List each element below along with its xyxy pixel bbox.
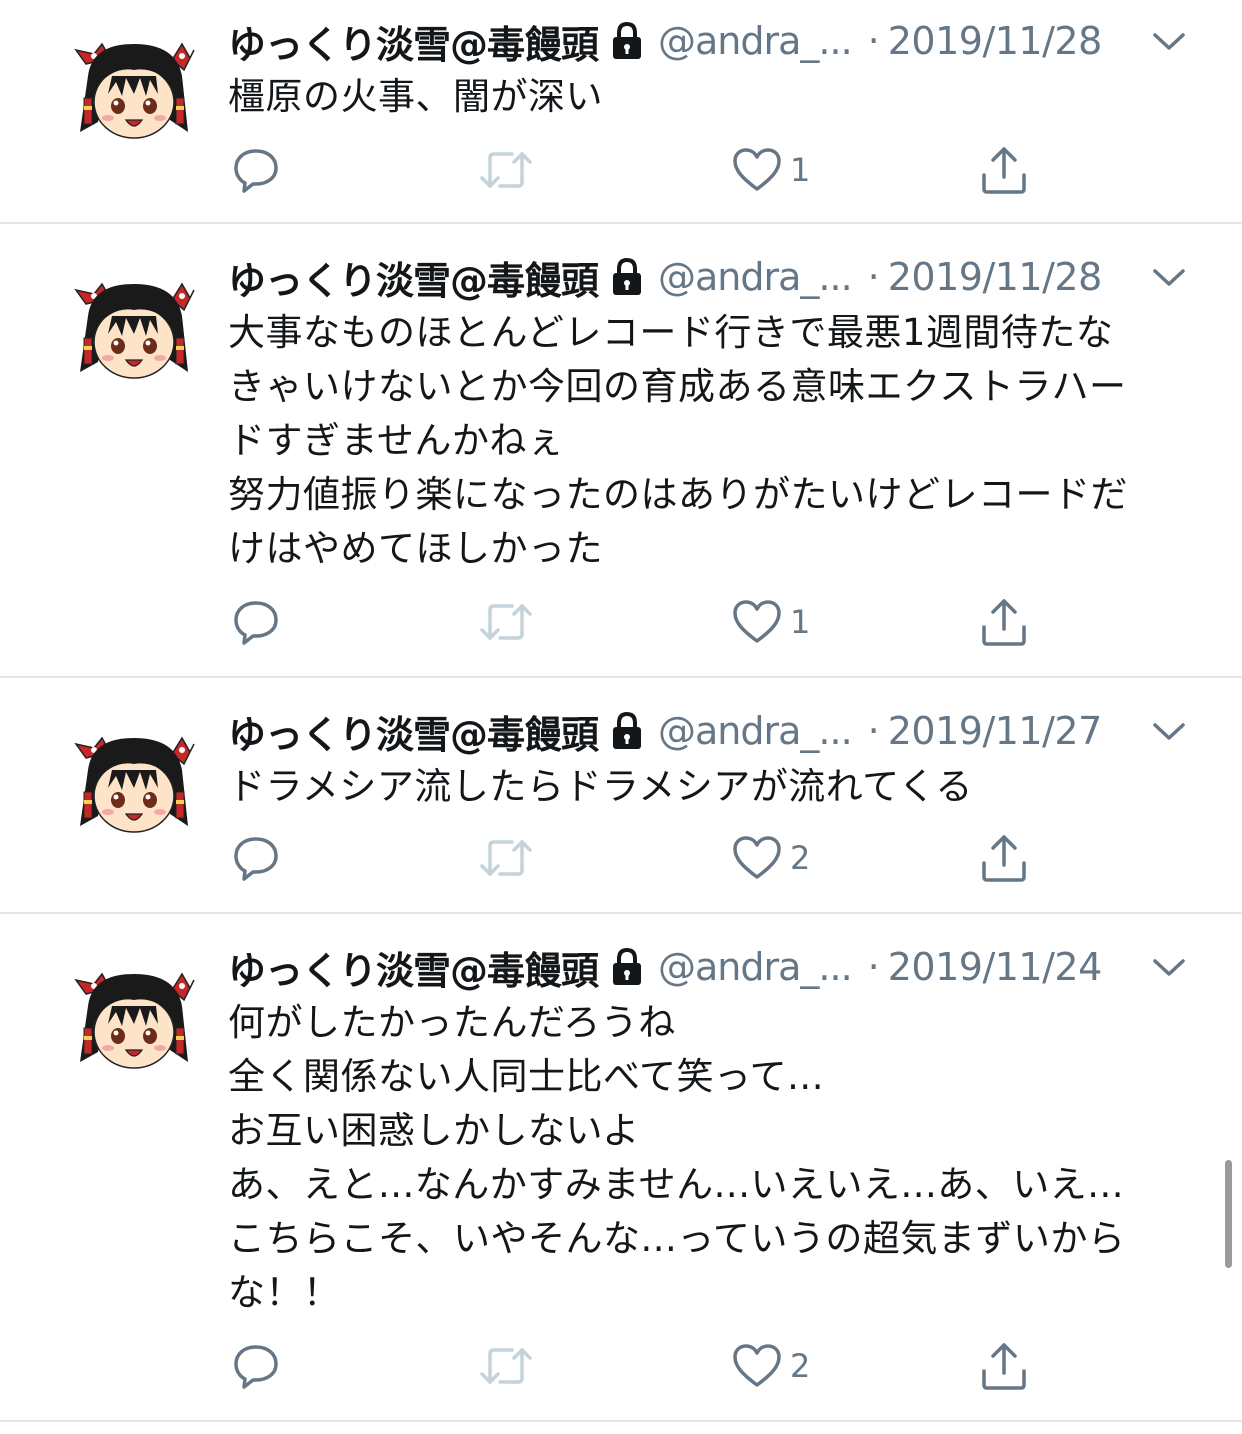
separator-dot: · xyxy=(867,255,880,299)
tweet-date[interactable]: 2019/11/28 xyxy=(888,255,1103,299)
tweet-text: 橿原の火事、闇が深い xyxy=(228,75,603,118)
retweet-icon xyxy=(478,834,534,882)
like-count: 1 xyxy=(790,151,811,189)
lock-icon xyxy=(610,947,644,987)
share-icon xyxy=(980,1341,1028,1391)
tweet-actions: 1 xyxy=(228,592,1048,652)
display-name[interactable]: ゆっくり淡雪@毒饅頭 xyxy=(228,250,599,305)
share-icon xyxy=(980,833,1028,883)
like-count: 2 xyxy=(790,1347,811,1385)
avatar[interactable] xyxy=(72,276,196,386)
tweet-header: ゆっくり淡雪@毒饅頭 @andra_... · 2019/11/24 xyxy=(228,940,1188,994)
heart-icon xyxy=(732,599,782,645)
display-name[interactable]: ゆっくり淡雪@毒饅頭 xyxy=(228,940,599,995)
tweet-date[interactable]: 2019/11/28 xyxy=(888,19,1103,63)
retweet-button[interactable] xyxy=(478,140,534,200)
like-count: 2 xyxy=(790,839,811,877)
tweet-header: ゆっくり淡雪@毒饅頭 @andra_... · 2019/11/27 xyxy=(228,704,1188,758)
tweet-text: 大事なものほとんどレコード行きで最悪1週間待たな きゃいけないとか今回の育成ある… xyxy=(228,311,1128,570)
separator-dot: · xyxy=(867,19,880,63)
separator-dot: · xyxy=(867,945,880,989)
tweet-header: ゆっくり淡雪@毒饅頭 @andra_... · 2019/11/28 xyxy=(228,250,1188,304)
chevron-down-icon[interactable] xyxy=(1152,720,1186,744)
retweet-icon xyxy=(478,146,534,194)
share-icon xyxy=(980,597,1028,647)
share-button[interactable] xyxy=(980,1336,1028,1396)
avatar[interactable] xyxy=(72,36,196,146)
tweet-text: ドラメシア流したらドラメシアが流れてくる xyxy=(228,765,973,808)
user-handle[interactable]: @andra_... xyxy=(658,255,853,299)
share-button[interactable] xyxy=(980,140,1028,200)
tweet[interactable]: ゆっくり淡雪@毒饅頭 @andra_... · 2019/11/28 橿原の火事… xyxy=(0,0,1242,224)
reply-button[interactable] xyxy=(232,828,280,888)
retweet-button[interactable] xyxy=(478,1336,534,1396)
reply-icon xyxy=(232,598,280,646)
like-button[interactable]: 1 xyxy=(732,140,810,200)
retweet-icon xyxy=(478,598,534,646)
reply-button[interactable] xyxy=(232,1336,280,1396)
lock-icon xyxy=(610,711,644,751)
like-button[interactable]: 2 xyxy=(732,828,810,888)
display-name[interactable]: ゆっくり淡雪@毒饅頭 xyxy=(228,704,599,759)
tweet-date[interactable]: 2019/11/27 xyxy=(888,709,1103,753)
chevron-down-icon[interactable] xyxy=(1152,956,1186,980)
reply-button[interactable] xyxy=(232,140,280,200)
retweet-button[interactable] xyxy=(478,828,534,888)
user-handle[interactable]: @andra_... xyxy=(658,709,853,753)
share-icon xyxy=(980,145,1028,195)
retweet-button[interactable] xyxy=(478,592,534,652)
reply-icon xyxy=(232,146,280,194)
chevron-down-icon[interactable] xyxy=(1152,266,1186,290)
tweet[interactable]: ゆっくり淡雪@毒饅頭 @andra_... · 2019/11/24 何がしたか… xyxy=(0,914,1242,1422)
user-handle[interactable]: @andra_... xyxy=(658,945,853,989)
like-button[interactable]: 2 xyxy=(732,1336,810,1396)
tweet-date[interactable]: 2019/11/24 xyxy=(888,945,1103,989)
tweet-actions: 1 xyxy=(228,140,1048,200)
share-button[interactable] xyxy=(980,592,1028,652)
heart-icon xyxy=(732,835,782,881)
tweet[interactable]: ゆっくり淡雪@毒饅頭 @andra_... · 2019/11/27 ドラメシア… xyxy=(0,678,1242,914)
avatar[interactable] xyxy=(72,966,196,1076)
retweet-icon xyxy=(478,1342,534,1390)
heart-icon xyxy=(732,147,782,193)
like-count: 1 xyxy=(790,603,811,641)
like-button[interactable]: 1 xyxy=(732,592,810,652)
scrollbar[interactable] xyxy=(1225,1160,1232,1268)
reply-icon xyxy=(232,834,280,882)
tweet-actions: 2 xyxy=(228,828,1048,888)
tweet-text: 何がしたかったんだろうね 全く関係ない人同士比べて笑って... お互い困惑しかし… xyxy=(228,1001,1126,1314)
user-handle[interactable]: @andra_... xyxy=(658,19,853,63)
chevron-down-icon[interactable] xyxy=(1152,30,1186,54)
tweet-header: ゆっくり淡雪@毒饅頭 @andra_... · 2019/11/28 xyxy=(228,14,1188,68)
reply-button[interactable] xyxy=(232,592,280,652)
tweet-timeline: ゆっくり淡雪@毒饅頭 @andra_... · 2019/11/28 橿原の火事… xyxy=(0,0,1242,1434)
lock-icon xyxy=(610,257,644,297)
tweet-actions: 2 xyxy=(228,1336,1048,1396)
tweet[interactable]: ゆっくり淡雪@毒饅頭 @andra_... · 2019/11/28 大事なもの… xyxy=(0,224,1242,678)
reply-icon xyxy=(232,1342,280,1390)
heart-icon xyxy=(732,1343,782,1389)
display-name[interactable]: ゆっくり淡雪@毒饅頭 xyxy=(228,14,599,69)
lock-icon xyxy=(610,21,644,61)
separator-dot: · xyxy=(867,709,880,753)
avatar[interactable] xyxy=(72,730,196,840)
share-button[interactable] xyxy=(980,828,1028,888)
